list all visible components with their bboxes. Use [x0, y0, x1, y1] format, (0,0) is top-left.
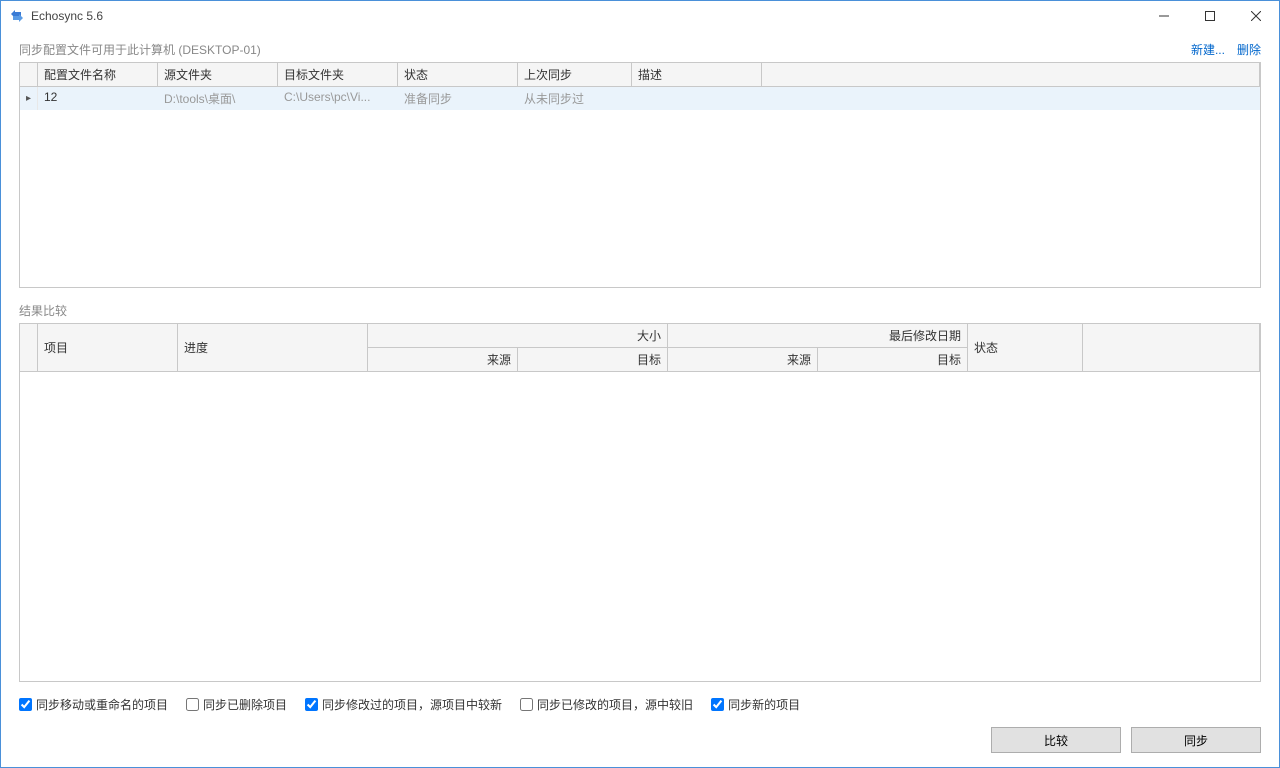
col-size-target[interactable]: 目标	[518, 348, 668, 372]
col-modified-source[interactable]: 来源	[668, 348, 818, 372]
profiles-label: 同步配置文件可用于此计算机 (DESKTOP-01)	[19, 41, 1179, 58]
content-area: 同步配置文件可用于此计算机 (DESKTOP-01) 新建... 删除 配置文件…	[1, 31, 1279, 767]
col-size-source[interactable]: 来源	[368, 348, 518, 372]
col-modified-target[interactable]: 目标	[818, 348, 968, 372]
chk-sync-new[interactable]: 同步新的项目	[711, 696, 800, 713]
table-row[interactable]: ▸ 12 D:\tools\桌面\ C:\Users\pc\Vi... 准备同步…	[20, 87, 1260, 110]
col-progress[interactable]: 进度	[178, 324, 368, 372]
sync-button[interactable]: 同步	[1131, 727, 1261, 753]
results-grid-body[interactable]	[20, 372, 1260, 681]
button-bar: 比较 同步	[19, 727, 1261, 753]
cell-target: C:\Users\pc\Vi...	[278, 87, 398, 110]
col-result-status[interactable]: 状态	[968, 324, 1083, 372]
chk-sync-modified-older-input[interactable]	[520, 698, 533, 711]
cell-description	[632, 87, 762, 110]
chk-sync-modified-older-label: 同步已修改的项目，源中较旧	[537, 696, 693, 713]
chk-sync-modified-newer-label: 同步修改过的项目，源项目中较新	[322, 696, 502, 713]
chk-sync-deleted[interactable]: 同步已删除项目	[186, 696, 287, 713]
app-window: Echosync 5.6 同步配置文件可用于此计算机 (DESKTOP-01) …	[0, 0, 1280, 768]
col-modified[interactable]: 最后修改日期	[668, 324, 968, 348]
cell-spacer	[762, 87, 1260, 110]
close-button[interactable]	[1233, 1, 1279, 31]
results-grid: 项目 进度 大小 来源 目标 最后修改日期 来源 目标	[19, 323, 1261, 682]
col-source[interactable]: 源文件夹	[158, 63, 278, 87]
col-result-spacer	[1083, 324, 1260, 372]
col-target[interactable]: 目标文件夹	[278, 63, 398, 87]
profiles-grid-body[interactable]: ▸ 12 D:\tools\桌面\ C:\Users\pc\Vi... 准备同步…	[20, 87, 1260, 287]
chk-sync-modified-newer[interactable]: 同步修改过的项目，源项目中较新	[305, 696, 502, 713]
col-last-sync[interactable]: 上次同步	[518, 63, 632, 87]
chk-sync-modified-newer-input[interactable]	[305, 698, 318, 711]
results-label: 结果比较	[19, 302, 1261, 319]
cell-last-sync: 从未同步过	[518, 87, 632, 110]
profiles-grid-header: 配置文件名称 源文件夹 目标文件夹 状态 上次同步 描述	[20, 63, 1260, 87]
cell-source: D:\tools\桌面\	[158, 87, 278, 110]
col-spacer	[762, 63, 1260, 87]
minimize-button[interactable]	[1141, 1, 1187, 31]
chk-sync-new-label: 同步新的项目	[728, 696, 800, 713]
window-controls	[1141, 1, 1279, 31]
cell-profile-name: 12	[38, 87, 158, 110]
chk-sync-deleted-input[interactable]	[186, 698, 199, 711]
delete-profile-link[interactable]: 删除	[1237, 41, 1261, 58]
chk-sync-moved-input[interactable]	[19, 698, 32, 711]
chk-sync-modified-older[interactable]: 同步已修改的项目，源中较旧	[520, 696, 693, 713]
chk-sync-moved-label: 同步移动或重命名的项目	[36, 696, 168, 713]
results-grid-header: 项目 进度 大小 来源 目标 最后修改日期 来源 目标	[20, 324, 1260, 372]
maximize-button[interactable]	[1187, 1, 1233, 31]
row-indicator-header	[20, 324, 38, 372]
titlebar: Echosync 5.6	[1, 1, 1279, 31]
options-bar: 同步移动或重命名的项目 同步已删除项目 同步修改过的项目，源项目中较新 同步已修…	[19, 696, 1261, 713]
col-profile-name[interactable]: 配置文件名称	[38, 63, 158, 87]
chk-sync-moved[interactable]: 同步移动或重命名的项目	[19, 696, 168, 713]
col-description[interactable]: 描述	[632, 63, 762, 87]
chk-sync-new-input[interactable]	[711, 698, 724, 711]
compare-button[interactable]: 比较	[991, 727, 1121, 753]
profiles-grid: 配置文件名称 源文件夹 目标文件夹 状态 上次同步 描述 ▸ 12 D:\too…	[19, 62, 1261, 288]
col-size[interactable]: 大小	[368, 324, 668, 348]
col-status[interactable]: 状态	[398, 63, 518, 87]
profiles-header: 同步配置文件可用于此计算机 (DESKTOP-01) 新建... 删除	[19, 41, 1261, 58]
cell-status: 准备同步	[398, 87, 518, 110]
window-title: Echosync 5.6	[31, 9, 1141, 23]
col-item[interactable]: 项目	[38, 324, 178, 372]
row-indicator-icon: ▸	[20, 87, 38, 110]
new-profile-link[interactable]: 新建...	[1191, 41, 1225, 58]
chk-sync-deleted-label: 同步已删除项目	[203, 696, 287, 713]
app-icon	[9, 8, 25, 24]
row-indicator-header	[20, 63, 38, 87]
